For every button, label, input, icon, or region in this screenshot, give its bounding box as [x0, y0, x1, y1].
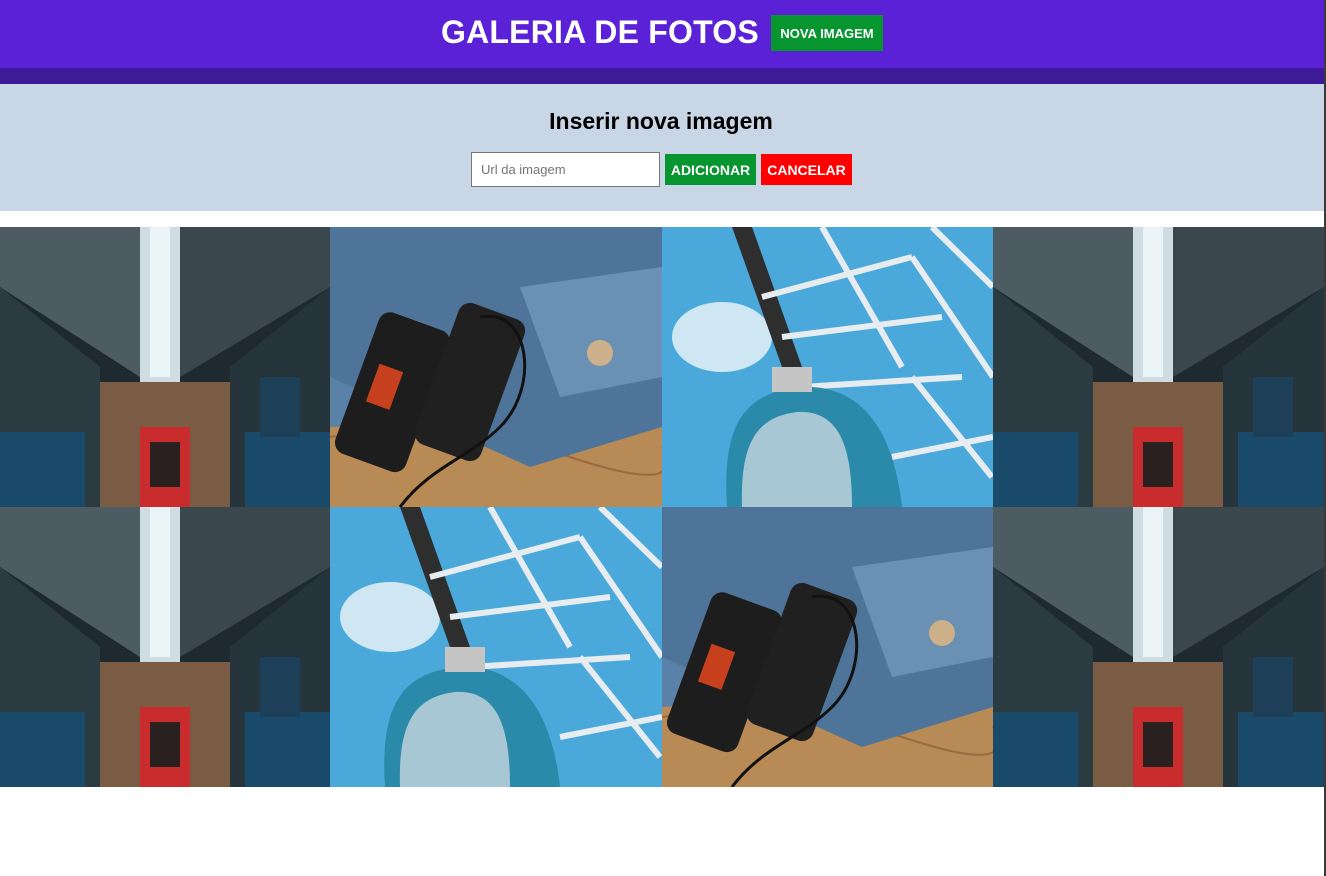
gallery-image-train[interactable]	[0, 507, 330, 787]
header-divider	[0, 68, 1326, 84]
gallery-image-ferris-wheel[interactable]	[330, 507, 662, 787]
ferris-wheel-photo	[662, 227, 993, 507]
gallery-image-binoculars[interactable]	[330, 227, 662, 507]
train-photo	[0, 227, 330, 507]
page-title: GALERIA DE FOTOS	[441, 14, 759, 50]
insert-image-panel	[0, 84, 1326, 211]
train-photo	[993, 507, 1324, 787]
gallery-image-train[interactable]	[993, 507, 1324, 787]
train-photo	[0, 507, 330, 787]
train-photo	[993, 227, 1324, 507]
page: GALERIA DE FOTOS NOVA IMAGEM Inserir nov…	[0, 0, 1326, 876]
gallery-image-binoculars[interactable]	[662, 507, 993, 787]
ferris-wheel-photo	[330, 507, 662, 787]
cancel-button[interactable]: CANCELAR	[761, 154, 852, 185]
insert-panel-title: Inserir nova imagem	[549, 108, 773, 134]
binoculars-photo	[662, 507, 993, 787]
add-button[interactable]: ADICIONAR	[665, 154, 756, 185]
app-header: GALERIA DE FOTOS NOVA IMAGEM	[0, 0, 1326, 68]
new-image-button[interactable]: NOVA IMAGEM	[771, 15, 883, 51]
gallery-image-train[interactable]	[0, 227, 330, 507]
gallery-image-ferris-wheel[interactable]	[662, 227, 993, 507]
image-url-input[interactable]	[471, 152, 660, 187]
binoculars-photo	[330, 227, 662, 507]
gallery-image-train[interactable]	[993, 227, 1324, 507]
photo-gallery	[0, 227, 1324, 787]
